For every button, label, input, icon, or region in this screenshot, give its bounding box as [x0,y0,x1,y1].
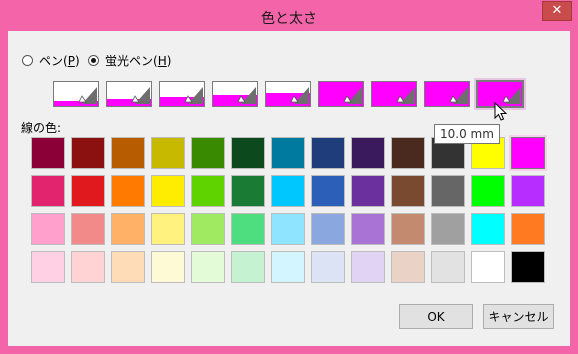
color-swatch[interactable] [311,251,345,283]
color-swatch[interactable] [31,213,65,245]
close-icon[interactable]: ✕ [542,1,572,21]
color-swatch[interactable] [71,137,105,169]
color-swatch[interactable] [311,137,345,169]
color-swatch[interactable] [471,213,505,245]
highlighter-tip-icon [184,87,203,104]
color-swatch[interactable] [151,251,185,283]
thickness-option-6[interactable] [318,81,364,107]
highlighter-tip-icon [343,87,362,104]
color-swatch[interactable] [71,175,105,207]
color-swatch[interactable] [391,251,425,283]
color-swatch[interactable] [151,175,185,207]
color-swatch[interactable] [391,137,425,169]
color-swatch[interactable] [351,251,385,283]
color-swatch[interactable] [191,251,225,283]
title-bar: 色と太さ ✕ [0,0,578,34]
color-swatch[interactable] [431,175,465,207]
radio-highlighter[interactable]: 蛍光ペン(H) [88,52,171,69]
radio-pen-label-post: ) [74,53,80,68]
color-swatch[interactable] [191,213,225,245]
color-swatch[interactable] [351,175,385,207]
color-swatch[interactable] [351,213,385,245]
line-color-label: 線の色: [21,121,62,135]
color-swatch[interactable] [431,251,465,283]
color-swatch[interactable] [391,213,425,245]
thickness-option-1[interactable] [53,81,99,107]
color-swatch[interactable] [151,213,185,245]
thickness-option-3[interactable] [159,81,205,107]
radio-pen-indicator[interactable] [22,55,33,66]
color-swatch[interactable] [311,175,345,207]
color-swatch[interactable] [391,175,425,207]
color-swatch[interactable] [311,213,345,245]
highlighter-tip-icon [290,87,309,104]
thickness-option-4[interactable] [212,81,258,107]
highlighter-tip-icon [78,87,97,104]
thickness-tooltip: 10.0 mm [434,124,500,144]
color-swatch[interactable] [511,213,545,245]
color-swatch[interactable] [271,175,305,207]
radio-highlighter-mnemonic: H [157,53,167,68]
color-swatch[interactable] [231,213,265,245]
color-swatch[interactable] [271,213,305,245]
color-swatch[interactable] [271,137,305,169]
color-swatch[interactable] [231,175,265,207]
color-swatch[interactable] [231,251,265,283]
radio-pen[interactable]: ペン(P) [22,52,80,69]
mouse-cursor-icon [494,102,508,121]
color-swatch[interactable] [471,251,505,283]
color-swatch[interactable] [111,213,145,245]
color-swatch[interactable] [151,137,185,169]
ok-button[interactable]: OK [399,304,473,329]
thickness-option-7[interactable] [371,81,417,107]
color-swatch[interactable] [471,175,505,207]
color-swatch[interactable] [351,137,385,169]
thickness-option-8[interactable] [424,81,470,107]
dialog-window: 色と太さ ✕ ペン(P) 蛍光ペン(H) 線の色: 10.0 mm OK キャン… [0,0,578,354]
radio-pen-mnemonic: P [67,53,75,68]
color-swatch[interactable] [231,137,265,169]
color-swatch[interactable] [71,213,105,245]
radio-highlighter-indicator[interactable] [88,55,99,66]
color-swatch[interactable] [271,251,305,283]
thickness-option-2[interactable] [106,81,152,107]
color-swatch[interactable] [111,175,145,207]
color-swatch[interactable] [191,137,225,169]
highlighter-tip-icon [237,87,256,104]
dialog-title: 色と太さ [261,11,317,27]
color-swatch[interactable] [511,137,545,169]
color-swatch[interactable] [431,213,465,245]
highlighter-tip-icon [131,87,150,104]
highlighter-tip-icon [449,87,468,104]
highlighter-tip-icon [396,87,415,104]
cancel-button[interactable]: キャンセル [483,304,554,329]
dialog-content: ペン(P) 蛍光ペン(H) 線の色: 10.0 mm OK キャンセル [8,31,570,346]
color-swatch[interactable] [31,175,65,207]
color-swatch[interactable] [111,137,145,169]
color-swatch[interactable] [31,251,65,283]
color-swatch[interactable] [71,251,105,283]
color-swatch[interactable] [111,251,145,283]
color-swatch[interactable] [191,175,225,207]
radio-highlighter-label-post: ) [166,53,172,68]
thickness-option-5[interactable] [265,81,311,107]
color-swatch[interactable] [511,251,545,283]
radio-highlighter-label-pre: 蛍光ペン( [105,54,158,68]
color-swatch[interactable] [511,175,545,207]
color-swatch[interactable] [31,137,65,169]
radio-pen-label-pre: ペン( [39,54,68,68]
